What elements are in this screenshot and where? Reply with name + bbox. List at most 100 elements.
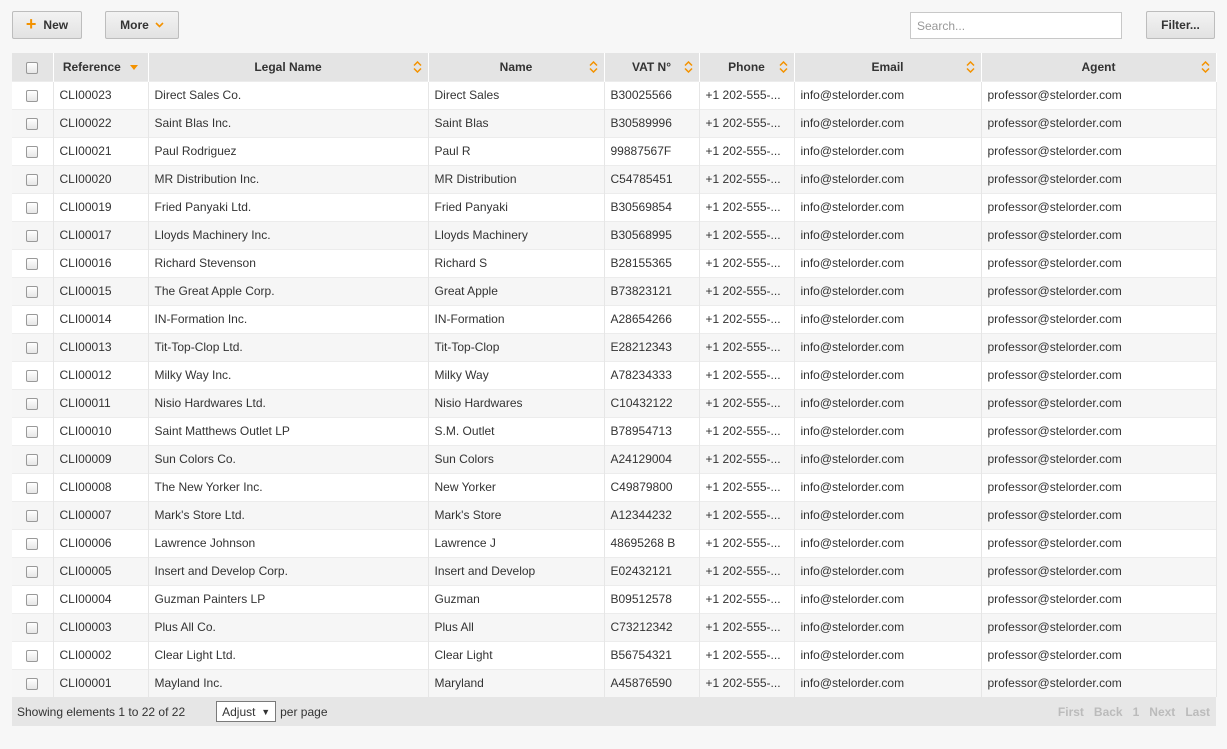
row-checkbox[interactable]	[26, 537, 39, 550]
table-row[interactable]: CLI00023 Direct Sales Co. Direct Sales B300…	[12, 80, 1217, 109]
row-checkbox[interactable]	[26, 313, 39, 326]
agent-cell: professor@stelorder.com	[981, 304, 1217, 333]
row-select-cell	[12, 136, 54, 165]
reference-cell: CLI00022	[53, 108, 149, 137]
table-row[interactable]: CLI00019 Fried Panyaki Ltd. Fried Panyaki B…	[12, 192, 1217, 221]
table-row[interactable]: CLI00010 Saint Matthews Outlet LP S.M. Out…	[12, 416, 1217, 445]
pager-last[interactable]: Last	[1185, 705, 1210, 719]
reference-cell: CLI00005	[53, 556, 149, 585]
table-row[interactable]: CLI00007 Mark's Store Ltd. Mark's Store A12…	[12, 500, 1217, 529]
vat-cell: 48695268 B	[604, 528, 700, 557]
pager-back[interactable]: Back	[1094, 705, 1123, 719]
vat-cell: B28155365	[604, 248, 700, 277]
table-row[interactable]: CLI00009 Sun Colors Co. Sun Colors A2412900…	[12, 444, 1217, 473]
pager-first[interactable]: First	[1058, 705, 1084, 719]
row-checkbox[interactable]	[26, 257, 39, 270]
row-checkbox[interactable]	[26, 565, 39, 578]
row-checkbox[interactable]	[26, 229, 39, 242]
agent-cell: professor@stelorder.com	[981, 556, 1217, 585]
table-row[interactable]: CLI00014 IN-Formation Inc. IN-Formation A28…	[12, 304, 1217, 333]
table-row[interactable]: CLI00022 Saint Blas Inc. Saint Blas B305899…	[12, 108, 1217, 137]
table-row[interactable]: CLI00002 Clear Light Ltd. Clear Light B5675…	[12, 640, 1217, 669]
agent-cell: professor@stelorder.com	[981, 388, 1217, 417]
vat-cell: B56754321	[604, 640, 700, 669]
row-checkbox[interactable]	[26, 649, 39, 662]
column-header-legal-name[interactable]: Legal Name	[148, 53, 429, 81]
table-row[interactable]: CLI00004 Guzman Painters LP Guzman B0951257…	[12, 584, 1217, 613]
table-row[interactable]: CLI00021 Paul Rodriguez Paul R 99887567F +1 …	[12, 136, 1217, 165]
row-select-cell	[12, 360, 54, 389]
row-select-cell	[12, 220, 54, 249]
email-cell: info@stelorder.com	[794, 668, 982, 697]
reference-cell: CLI00009	[53, 444, 149, 473]
column-header-phone[interactable]: Phone	[699, 53, 795, 81]
phone-cell: +1 202-555-...	[699, 500, 795, 529]
page-size-select[interactable]: Adjust ▼	[216, 701, 277, 722]
email-cell: info@stelorder.com	[794, 416, 982, 445]
pager-current-page[interactable]: 1	[1133, 705, 1140, 719]
vat-cell: E02432121	[604, 556, 700, 585]
pager-next[interactable]: Next	[1149, 705, 1175, 719]
select-all-checkbox[interactable]	[26, 61, 39, 74]
row-checkbox[interactable]	[26, 173, 39, 186]
reference-cell: CLI00015	[53, 276, 149, 305]
legal-name-cell: Mayland Inc.	[148, 668, 429, 697]
email-cell: info@stelorder.com	[794, 640, 982, 669]
row-checkbox[interactable]	[26, 201, 39, 214]
email-cell: info@stelorder.com	[794, 528, 982, 557]
row-checkbox[interactable]	[26, 341, 39, 354]
row-checkbox[interactable]	[26, 509, 39, 522]
column-header-reference[interactable]: Reference	[53, 53, 149, 81]
name-cell: Mark's Store	[428, 500, 605, 529]
column-header-email[interactable]: Email	[794, 53, 982, 81]
row-checkbox[interactable]	[26, 369, 39, 382]
row-checkbox[interactable]	[26, 89, 39, 102]
agent-cell: professor@stelorder.com	[981, 248, 1217, 277]
table-row[interactable]: CLI00011 Nisio Hardwares Ltd. Nisio Hardwa…	[12, 388, 1217, 417]
row-checkbox[interactable]	[26, 117, 39, 130]
row-checkbox[interactable]	[26, 145, 39, 158]
row-checkbox[interactable]	[26, 481, 39, 494]
row-checkbox[interactable]	[26, 453, 39, 466]
column-header-label: Phone	[728, 59, 765, 74]
new-button[interactable]: + New	[12, 11, 82, 39]
column-header-name[interactable]: Name	[428, 53, 605, 81]
table-row[interactable]: CLI00012 Milky Way Inc. Milky Way A78234333…	[12, 360, 1217, 389]
table-row[interactable]: CLI00003 Plus All Co. Plus All C73212342 +1 …	[12, 612, 1217, 641]
table-row[interactable]: CLI00015 The Great Apple Corp. Great Apple…	[12, 276, 1217, 305]
row-checkbox[interactable]	[26, 678, 39, 691]
table-row[interactable]: CLI00005 Insert and Develop Corp. Insert a…	[12, 556, 1217, 585]
table-row[interactable]: CLI00016 Richard Stevenson Richard S B28155…	[12, 248, 1217, 277]
table-row[interactable]: CLI00001 Mayland Inc. Maryland A45876590 +1 …	[12, 668, 1217, 697]
legal-name-cell: The Great Apple Corp.	[148, 276, 429, 305]
row-select-cell	[12, 332, 54, 361]
phone-cell: +1 202-555-...	[699, 472, 795, 501]
table-row[interactable]: CLI00008 The New Yorker Inc. New Yorker C49…	[12, 472, 1217, 501]
phone-cell: +1 202-555-...	[699, 556, 795, 585]
name-cell: Insert and Develop	[428, 556, 605, 585]
row-checkbox[interactable]	[26, 425, 39, 438]
column-header-agent[interactable]: Agent	[981, 53, 1217, 81]
vat-cell: B09512578	[604, 584, 700, 613]
column-header-vat[interactable]: VAT N°	[604, 53, 700, 81]
row-checkbox[interactable]	[26, 285, 39, 298]
select-all-cell	[12, 53, 54, 81]
table-row[interactable]: CLI00006 Lawrence Johnson Lawrence J 486952…	[12, 528, 1217, 557]
email-cell: info@stelorder.com	[794, 612, 982, 641]
vat-cell: A24129004	[604, 444, 700, 473]
table-row[interactable]: CLI00017 Lloyds Machinery Inc. Lloyds Mach…	[12, 220, 1217, 249]
table-row[interactable]: CLI00020 MR Distribution Inc. MR Distribut…	[12, 164, 1217, 193]
filter-button[interactable]: Filter...	[1146, 11, 1215, 39]
vat-cell: A12344232	[604, 500, 700, 529]
sort-icon	[778, 61, 788, 73]
email-cell: info@stelorder.com	[794, 472, 982, 501]
email-cell: info@stelorder.com	[794, 276, 982, 305]
more-button[interactable]: More	[105, 11, 179, 39]
search-input[interactable]	[910, 12, 1122, 39]
row-checkbox[interactable]	[26, 593, 39, 606]
reference-cell: CLI00008	[53, 472, 149, 501]
table-row[interactable]: CLI00013 Tit-Top-Clop Ltd. Tit-Top-Clop E28…	[12, 332, 1217, 361]
reference-cell: CLI00002	[53, 640, 149, 669]
row-checkbox[interactable]	[26, 397, 39, 410]
row-checkbox[interactable]	[26, 621, 39, 634]
